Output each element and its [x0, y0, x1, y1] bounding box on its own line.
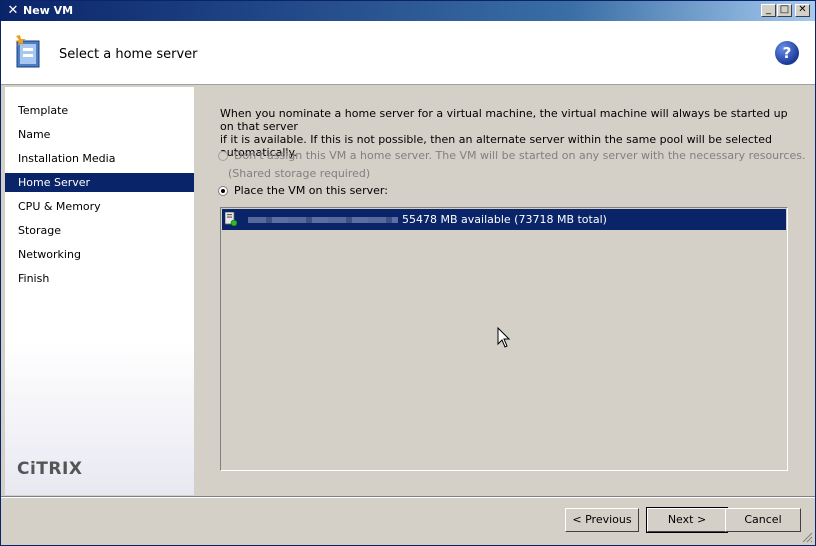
resize-grip-icon[interactable]	[801, 531, 813, 543]
previous-button[interactable]: < Previous	[565, 508, 639, 532]
wizard-content: When you nominate a home server for a vi…	[197, 87, 811, 495]
title-bar[interactable]: ✕ New VM _ □ ✕	[1, 1, 815, 21]
no-home-server-radio	[218, 151, 228, 161]
minimize-button[interactable]: _	[761, 4, 776, 17]
citrix-logo: CiTRIX	[17, 459, 83, 479]
sidebar-item-name[interactable]: Name	[5, 125, 194, 144]
window-title: New VM	[23, 4, 74, 17]
option-no-home-server: Don't assign this VM a home server. The …	[218, 149, 805, 163]
sidebar-item-home-server[interactable]: Home Server	[5, 173, 194, 192]
wizard-header: Select a home server ?	[1, 21, 815, 85]
server-list-item[interactable]: 55478 MB available (73718 MB total)	[222, 209, 786, 230]
footer-divider	[1, 496, 815, 498]
place-on-server-radio[interactable]	[218, 186, 228, 196]
maximize-button[interactable]: □	[777, 4, 792, 17]
server-availability: 55478 MB available (73718 MB total)	[402, 213, 607, 226]
cancel-button[interactable]: Cancel	[725, 508, 801, 532]
option-place-on-server[interactable]: Place the VM on this server:	[218, 184, 388, 198]
mouse-cursor-icon	[497, 327, 511, 348]
sidebar-item-storage[interactable]: Storage	[5, 221, 194, 240]
place-on-server-label[interactable]: Place the VM on this server:	[234, 184, 388, 197]
page-heading: Select a home server	[59, 47, 198, 62]
server-name-redacted	[248, 217, 398, 223]
no-home-server-label: Don't assign this VM a home server. The …	[234, 149, 806, 162]
sidebar-item-cpu-memory[interactable]: CPU & Memory	[5, 197, 194, 216]
server-icon	[225, 212, 237, 226]
help-icon[interactable]: ?	[775, 41, 799, 65]
sidebar-item-template[interactable]: Template	[5, 101, 194, 120]
next-button[interactable]: Next >	[646, 507, 728, 533]
sidebar-item-installation-media[interactable]: Installation Media	[5, 149, 194, 168]
new-vm-icon	[15, 35, 40, 68]
xen-icon: ✕	[7, 3, 19, 18]
shared-storage-note: (Shared storage required)	[228, 167, 371, 180]
description-line-1: When you nominate a home server for a vi…	[220, 107, 788, 133]
sidebar-item-networking[interactable]: Networking	[5, 245, 194, 264]
sidebar-item-finish[interactable]: Finish	[5, 269, 194, 288]
wizard-sidebar: Template Name Installation Media Home Se…	[5, 87, 194, 495]
close-button[interactable]: ✕	[795, 4, 810, 17]
new-vm-window: ✕ New VM _ □ ✕ Select a home server ? Te…	[0, 0, 816, 546]
